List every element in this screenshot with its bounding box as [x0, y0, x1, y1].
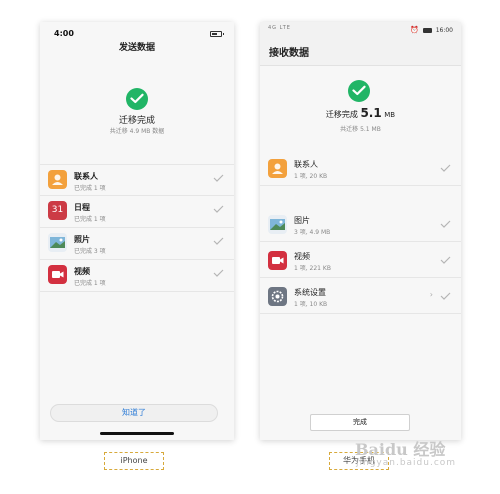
item-name: 视频	[74, 267, 90, 276]
check-icon	[213, 205, 224, 213]
item-name: 联系人	[74, 172, 98, 181]
list-item-contacts[interactable]: 联系人 1 项, 20 KB	[260, 152, 461, 186]
battery-icon	[210, 31, 224, 37]
item-status: 已完成 1 项	[74, 185, 106, 192]
video-icon	[48, 265, 67, 284]
check-icon	[440, 220, 451, 228]
contacts-icon	[48, 170, 67, 189]
check-icon	[213, 237, 224, 245]
success-check-icon	[348, 80, 370, 102]
item-size: 1 项, 10 KB	[294, 301, 328, 308]
list-item-system-settings[interactable]: 系统设置 1 项, 10 KB ›	[260, 280, 461, 314]
page-title: 接收数据	[269, 48, 309, 59]
check-icon	[213, 174, 224, 182]
list-item-photos[interactable]: 照片 已完成 3 项	[40, 228, 234, 260]
item-status: 已完成 1 项	[74, 280, 106, 287]
page-title: 发送数据	[118, 43, 155, 53]
status-subtitle: 共迁移 5.1 MB	[340, 126, 381, 133]
chevron-right-icon[interactable]: ›	[430, 290, 433, 299]
list-item-calendar[interactable]: 31 日程 已完成 1 项	[40, 196, 234, 228]
device-label-iphone: iPhone	[104, 452, 164, 470]
status-time: 16:00	[435, 26, 453, 34]
video-icon	[268, 251, 287, 270]
status-title: 迁移完成	[118, 116, 155, 126]
status-title-text: 迁移完成	[325, 110, 358, 119]
title-bar: 接收数据	[260, 38, 461, 66]
gallery-icon	[268, 215, 287, 234]
item-name: 图片	[294, 216, 310, 225]
list-item-video[interactable]: 视频 1 项, 221 KB	[260, 244, 461, 278]
item-name: 日程	[74, 203, 90, 212]
huawei-screen: 4G LTE ⏰ 16:00 接收数据 迁移完成 5.1 MB 共迁移 5.1 …	[260, 22, 461, 440]
list-item-video[interactable]: 视频 已完成 1 项	[40, 260, 234, 292]
settings-icon	[268, 287, 287, 306]
done-button[interactable]: 完成	[310, 414, 410, 431]
item-name: 系统设置	[294, 288, 326, 297]
item-size: 1 项, 20 KB	[294, 173, 328, 180]
item-status: 已完成 1 项	[74, 216, 106, 223]
item-name: 照片	[74, 235, 90, 244]
alarm-icon: ⏰	[409, 26, 419, 34]
check-icon	[213, 269, 224, 277]
check-icon	[440, 164, 451, 172]
status-title: 迁移完成 5.1 MB	[260, 106, 461, 120]
contacts-icon	[268, 159, 287, 178]
item-size: 1 项, 221 KB	[294, 265, 331, 272]
check-icon	[440, 292, 451, 300]
watermark-logo: Baidu 经验	[355, 440, 446, 459]
status-subtitle: 共迁移 4.9 MB 数据	[109, 128, 165, 135]
list-item-contacts[interactable]: 联系人 已完成 1 项	[40, 164, 234, 196]
photos-icon	[48, 233, 67, 252]
calendar-icon: 31	[48, 201, 67, 220]
home-indicator[interactable]	[100, 432, 174, 435]
list-item-gallery[interactable]: 图片 3 项, 4.9 MB	[260, 208, 461, 242]
got-it-button[interactable]: 知道了	[50, 404, 218, 422]
iphone-screen: 4:00 发送数据 迁移完成 共迁移 4.9 MB 数据 联系人 已完成 1 项…	[40, 22, 234, 440]
battery-icon	[422, 27, 432, 33]
carrier-signal: 4G LTE	[268, 25, 291, 31]
item-name: 联系人	[294, 160, 318, 169]
item-name: 视频	[294, 252, 310, 261]
transfer-size: 5.1	[360, 106, 382, 120]
transfer-size-unit: MB	[384, 111, 396, 119]
status-time: 4:00	[54, 29, 74, 38]
item-status: 已完成 3 项	[74, 248, 106, 255]
check-icon	[440, 256, 451, 264]
item-size: 3 项, 4.9 MB	[294, 229, 331, 236]
watermark-url: jingyan.baidu.com	[356, 458, 457, 468]
status-bar: 4G LTE ⏰ 16:00	[260, 22, 461, 38]
success-check-icon	[126, 88, 148, 110]
